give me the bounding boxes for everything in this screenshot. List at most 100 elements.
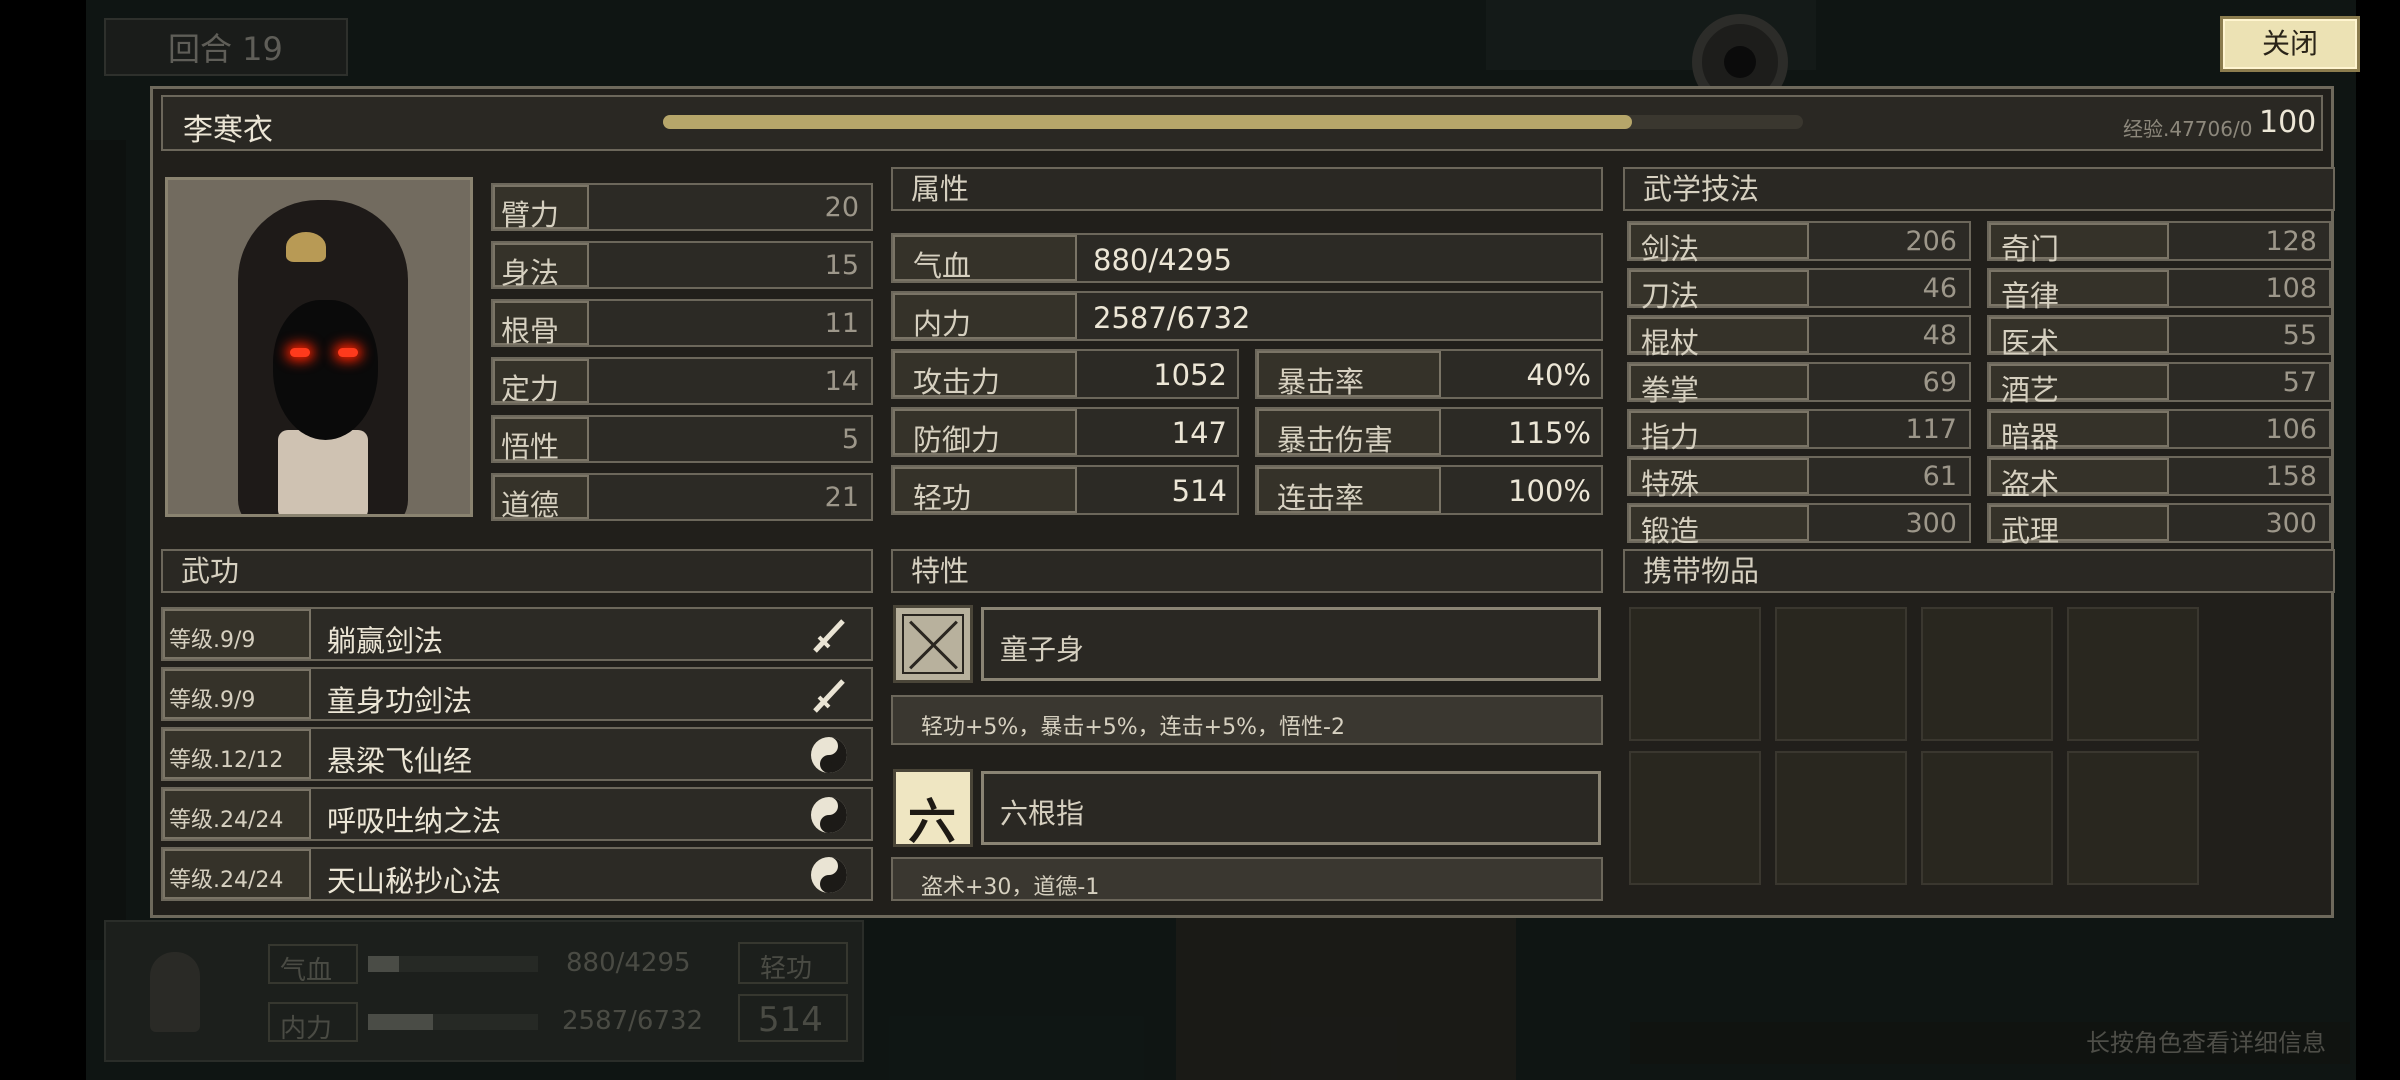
item-slot[interactable] [1775, 607, 1907, 741]
skill-label: 音律 [2001, 279, 2060, 313]
skill-row: 刀法 46 [1627, 268, 1971, 313]
martial-art-level-tag: 等级.12/12 [163, 729, 311, 779]
stat-value: 21 [824, 482, 859, 513]
stat-label: 定力 [501, 372, 560, 406]
skill-label-tag: 医术 [1989, 317, 2169, 360]
traits-title: 特性 [911, 554, 970, 588]
skill-label-tag: 拳掌 [1629, 364, 1809, 407]
martial-art-level: 等级.24/24 [169, 868, 284, 893]
attribute-row: 暴击伤害 115% [1255, 407, 1603, 457]
experience-bar [663, 115, 1803, 129]
skills-header: 武学技法 [1623, 167, 2335, 211]
attribute-label-tag: 暴击伤害 [1257, 409, 1441, 457]
trait-badge-icon [893, 605, 973, 683]
skill-label: 暗器 [2001, 420, 2060, 454]
glowing-eye-icon [338, 348, 358, 357]
item-slot[interactable] [1775, 751, 1907, 885]
skill-row: 特殊 61 [1627, 456, 1971, 501]
skill-value: 108 [2265, 273, 2317, 304]
trait-desc-text: 轻功+5%，暴击+5%，连击+5%，悟性-2 [921, 715, 1345, 740]
skill-value: 158 [2265, 461, 2317, 492]
martial-arts-title: 武功 [181, 554, 240, 588]
martial-art-name: 童身功剑法 [327, 684, 473, 718]
skill-value: 55 [2282, 320, 2317, 351]
base-stat-row: 臂力 20 [491, 183, 873, 232]
character-detail-panel: 李寒衣 经验.47706/0 100 臂力 20 身法 15 根骨 11 定力 14 悟性 5 道德… [150, 86, 2335, 918]
attribute-label-tag: 轻功 [893, 467, 1077, 515]
base-stat-row: 悟性 5 [491, 415, 873, 464]
martial-art-row[interactable]: 等级.9/9 躺赢剑法 [161, 607, 873, 661]
trait-name: 六根指 [1000, 797, 1085, 830]
mp-value: 2587/6732 [1093, 301, 1251, 335]
attribute-row: 轻功 514 [891, 465, 1239, 515]
attribute-row: 暴击率 40% [1255, 349, 1603, 399]
attribute-row: 防御力 147 [891, 407, 1239, 457]
attributes-title: 属性 [911, 172, 970, 206]
skill-value: 57 [2282, 367, 2317, 398]
attribute-label: 防御力 [913, 423, 1001, 457]
portrait-hair-ornament [286, 232, 326, 262]
hint-text: 长按角色查看详细信息 [1630, 1022, 2350, 1064]
hud-speed-value: 514 [758, 1000, 823, 1040]
hp-row: 气血 880/4295 [891, 233, 1603, 283]
hud-speed-label: 轻功 [760, 954, 813, 984]
attribute-row: 连击率 100% [1255, 465, 1603, 515]
martial-art-row[interactable]: 等级.9/9 童身功剑法 [161, 667, 873, 721]
trait-name-box[interactable]: 六根指 [981, 771, 1601, 845]
glowing-eye-icon [290, 348, 310, 357]
martial-art-row[interactable]: 等级.12/12 悬梁飞仙经 [161, 727, 873, 781]
skill-row: 盗术 158 [1987, 456, 2331, 501]
skill-row: 指力 117 [1627, 409, 1971, 454]
hud-mp-label: 内力 [280, 1014, 333, 1044]
skill-label: 特殊 [1641, 467, 1700, 501]
mp-row: 内力 2587/6732 [891, 291, 1603, 341]
attribute-value: 100% [1508, 474, 1591, 508]
skill-row: 医术 55 [1987, 315, 2331, 360]
skill-label-tag: 锻造 [1629, 505, 1809, 548]
item-slot[interactable] [2067, 751, 2199, 885]
stat-value: 5 [841, 424, 859, 455]
attribute-label-tag: 连击率 [1257, 467, 1441, 515]
item-slot[interactable] [1921, 751, 2053, 885]
stat-label-tag: 悟性 [493, 417, 589, 464]
hp-label: 气血 [913, 249, 972, 283]
attribute-value: 147 [1171, 416, 1227, 450]
martial-art-name: 悬梁飞仙经 [327, 744, 473, 778]
trait-name-box[interactable]: 童子身 [981, 607, 1601, 681]
yin-yang-icon [809, 795, 849, 835]
skill-label-tag: 指力 [1629, 411, 1809, 454]
skill-label-tag: 音律 [1989, 270, 2169, 313]
skill-row: 棍杖 48 [1627, 315, 1971, 360]
skill-label: 锻造 [1641, 514, 1700, 548]
item-slot[interactable] [1629, 607, 1761, 741]
martial-art-name: 躺赢剑法 [327, 624, 444, 658]
skill-label: 盗术 [2001, 467, 2060, 501]
stat-label: 道德 [501, 488, 560, 522]
skill-row: 奇门 128 [1987, 221, 2331, 266]
martial-art-name: 天山秘抄心法 [327, 864, 502, 898]
martial-art-row[interactable]: 等级.24/24 天山秘抄心法 [161, 847, 873, 901]
sword-icon [809, 615, 849, 655]
mp-label: 内力 [913, 307, 972, 341]
skill-row: 剑法 206 [1627, 221, 1971, 266]
martial-arts-header: 武功 [161, 549, 873, 593]
skill-label-tag: 酒艺 [1989, 364, 2169, 407]
experience-bar-fill [663, 115, 1632, 129]
attribute-label: 连击率 [1277, 481, 1365, 515]
turn-counter: 回合 19 [104, 18, 348, 76]
hud-mp-bar [368, 1014, 538, 1030]
skill-label: 奇门 [2001, 232, 2060, 266]
base-stat-row: 道德 21 [491, 473, 873, 522]
skill-label-tag: 特殊 [1629, 458, 1809, 501]
skill-value: 69 [1922, 367, 1957, 398]
attribute-value: 115% [1508, 416, 1591, 450]
item-slot[interactable] [1921, 607, 2053, 741]
item-slot[interactable] [2067, 607, 2199, 741]
martial-art-level-tag: 等级.24/24 [163, 849, 311, 899]
hud-hp-label: 气血 [280, 956, 333, 986]
item-slot[interactable] [1629, 751, 1761, 885]
close-button[interactable]: 关闭 [2220, 16, 2360, 72]
skill-row: 锻造 300 [1627, 503, 1971, 548]
martial-art-row[interactable]: 等级.24/24 呼吸吐纳之法 [161, 787, 873, 841]
hud-hp-bar [368, 956, 538, 972]
